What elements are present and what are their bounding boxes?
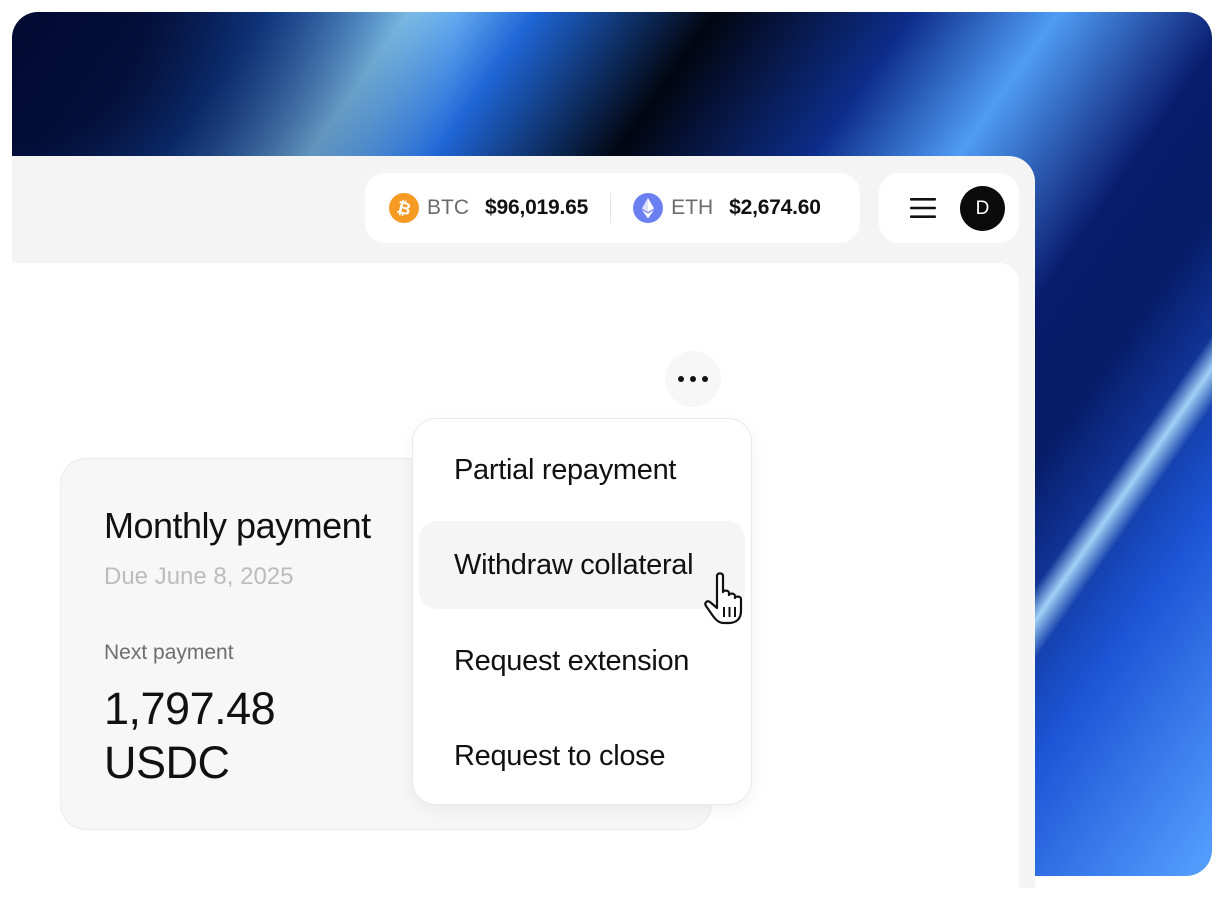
ticker-eth: ETH $2,674.60 [633, 193, 821, 223]
menu-item-request-extension[interactable]: Request extension [419, 617, 745, 705]
header-actions: D [879, 173, 1019, 243]
ticker-divider [610, 193, 612, 223]
bitcoin-icon: ₿ [389, 193, 419, 223]
hand-pointer-cursor-icon [704, 572, 743, 625]
user-avatar[interactable]: D [960, 186, 1005, 231]
btc-symbol: BTC [427, 196, 469, 219]
btc-price: $96,019.65 [485, 196, 589, 219]
price-ticker: ₿ BTC $96,019.65 ETH $2,674.60 [365, 173, 860, 243]
next-payment-label: Next payment [104, 641, 234, 664]
eth-price: $2,674.60 [729, 196, 821, 219]
menu-item-partial-repayment[interactable]: Partial repayment [419, 426, 745, 514]
svg-text:₿: ₿ [395, 198, 413, 221]
menu-item-withdraw-collateral[interactable]: Withdraw collateral [419, 521, 745, 609]
more-options-button[interactable] [665, 351, 721, 407]
payment-amount: 1,797.48 [104, 683, 276, 734]
ethereum-icon [633, 193, 664, 223]
hamburger-menu-icon [910, 198, 936, 218]
hamburger-menu-button[interactable] [907, 195, 939, 221]
more-horizontal-icon [678, 376, 708, 382]
payment-currency: USDC [104, 737, 230, 788]
card-title: Monthly payment [104, 505, 371, 546]
ticker-btc: ₿ BTC $96,019.65 [389, 193, 588, 223]
menu-item-request-to-close[interactable]: Request to close [419, 712, 745, 800]
due-date: Due June 8, 2025 [104, 563, 294, 590]
eth-symbol: ETH [671, 196, 714, 219]
